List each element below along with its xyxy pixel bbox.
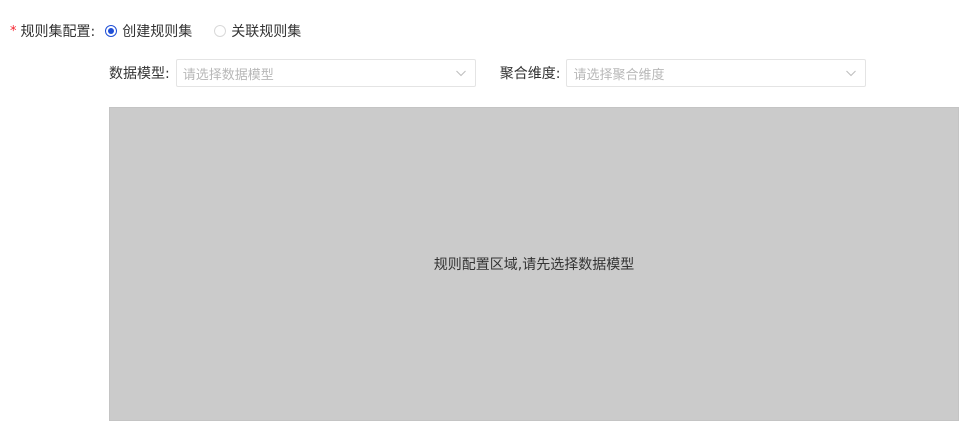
radio-link-ruleset-label[interactable]: 关联规则集 xyxy=(231,21,301,41)
required-mark: * xyxy=(10,23,17,39)
ruleset-radio-group: 创建规则集 关联规则集 xyxy=(105,21,323,41)
radio-create-ruleset-label[interactable]: 创建规则集 xyxy=(122,21,192,41)
data-model-select[interactable]: 请选择数据模型 xyxy=(175,59,476,87)
select-row: 数据模型: 请选择数据模型 聚合维度: 请选择聚合维度 xyxy=(109,59,867,87)
data-model-field: 数据模型: 请选择数据模型 xyxy=(109,59,476,87)
chevron-down-icon xyxy=(455,67,467,79)
rule-config-hint: 规则配置区域,请先选择数据模型 xyxy=(433,257,635,273)
rule-config-area: 规则配置区域,请先选择数据模型 xyxy=(109,107,959,421)
chevron-down-icon xyxy=(845,67,857,79)
aggregation-dimension-field: 聚合维度: 请选择聚合维度 xyxy=(500,59,867,87)
radio-link-ruleset-circle[interactable] xyxy=(214,25,227,37)
ruleset-config-label: 规则集配置: xyxy=(20,24,96,40)
radio-link-ruleset[interactable]: 关联规则集 xyxy=(214,21,301,41)
data-model-placeholder: 请选择数据模型 xyxy=(182,67,274,83)
ruleset-config-row: * 规则集配置: 创建规则集 关联规则集 xyxy=(10,20,323,42)
aggregation-dimension-select[interactable]: 请选择聚合维度 xyxy=(566,59,867,87)
aggregation-dimension-label: 聚合维度: xyxy=(499,66,561,82)
data-model-label: 数据模型: xyxy=(109,66,170,82)
radio-create-ruleset-circle[interactable] xyxy=(105,25,118,37)
aggregation-dimension-placeholder: 请选择聚合维度 xyxy=(573,67,665,83)
radio-create-ruleset[interactable]: 创建规则集 xyxy=(105,21,192,41)
